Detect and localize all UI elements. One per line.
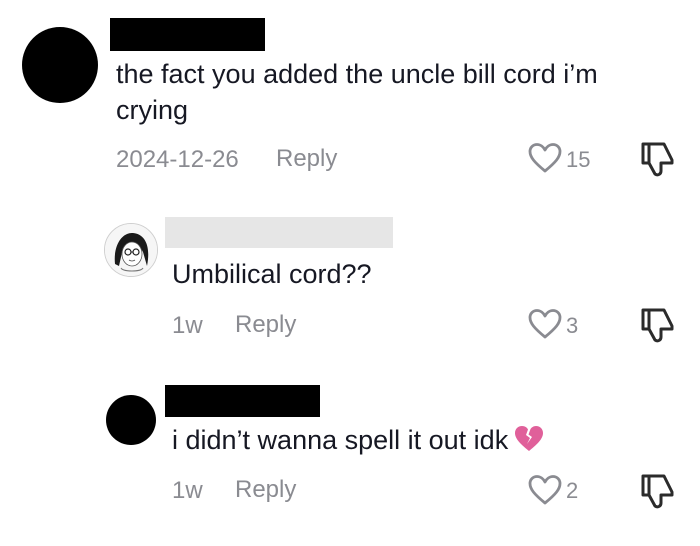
comment-text: the fact you added the uncle bill cord i…	[116, 59, 598, 125]
avatar[interactable]	[22, 27, 98, 103]
comment-text: Umbilical cord??	[172, 259, 372, 289]
avatar[interactable]	[106, 395, 156, 445]
like-count: 3	[566, 313, 579, 338]
username-redacted	[110, 18, 265, 51]
dislike-icon[interactable]	[639, 472, 675, 510]
username-redacted	[165, 217, 393, 248]
comment-text-row: i didn’t wanna spell it out idk	[172, 422, 652, 462]
avatar[interactable]	[104, 223, 158, 277]
username-redacted	[165, 385, 320, 417]
dislike-icon[interactable]	[639, 140, 675, 178]
like-heart-icon[interactable]	[528, 142, 562, 174]
comment-text: i didn’t wanna spell it out idk	[172, 425, 509, 455]
like-count: 2	[566, 478, 579, 503]
like-count: 15	[566, 147, 591, 172]
dislike-icon[interactable]	[639, 306, 675, 344]
like-heart-icon[interactable]	[528, 308, 562, 340]
like-heart-icon[interactable]	[528, 474, 562, 506]
anime-girl-avatar-icon	[105, 224, 157, 276]
comment-date: 1w	[172, 312, 203, 339]
reply-button[interactable]: Reply	[235, 311, 296, 339]
reply-button[interactable]: Reply	[235, 476, 296, 504]
broken-heart-icon	[514, 425, 544, 462]
reply-button[interactable]: Reply	[276, 145, 337, 173]
comment-date: 2024-12-26	[116, 146, 239, 173]
comment-date: 1w	[172, 477, 203, 504]
